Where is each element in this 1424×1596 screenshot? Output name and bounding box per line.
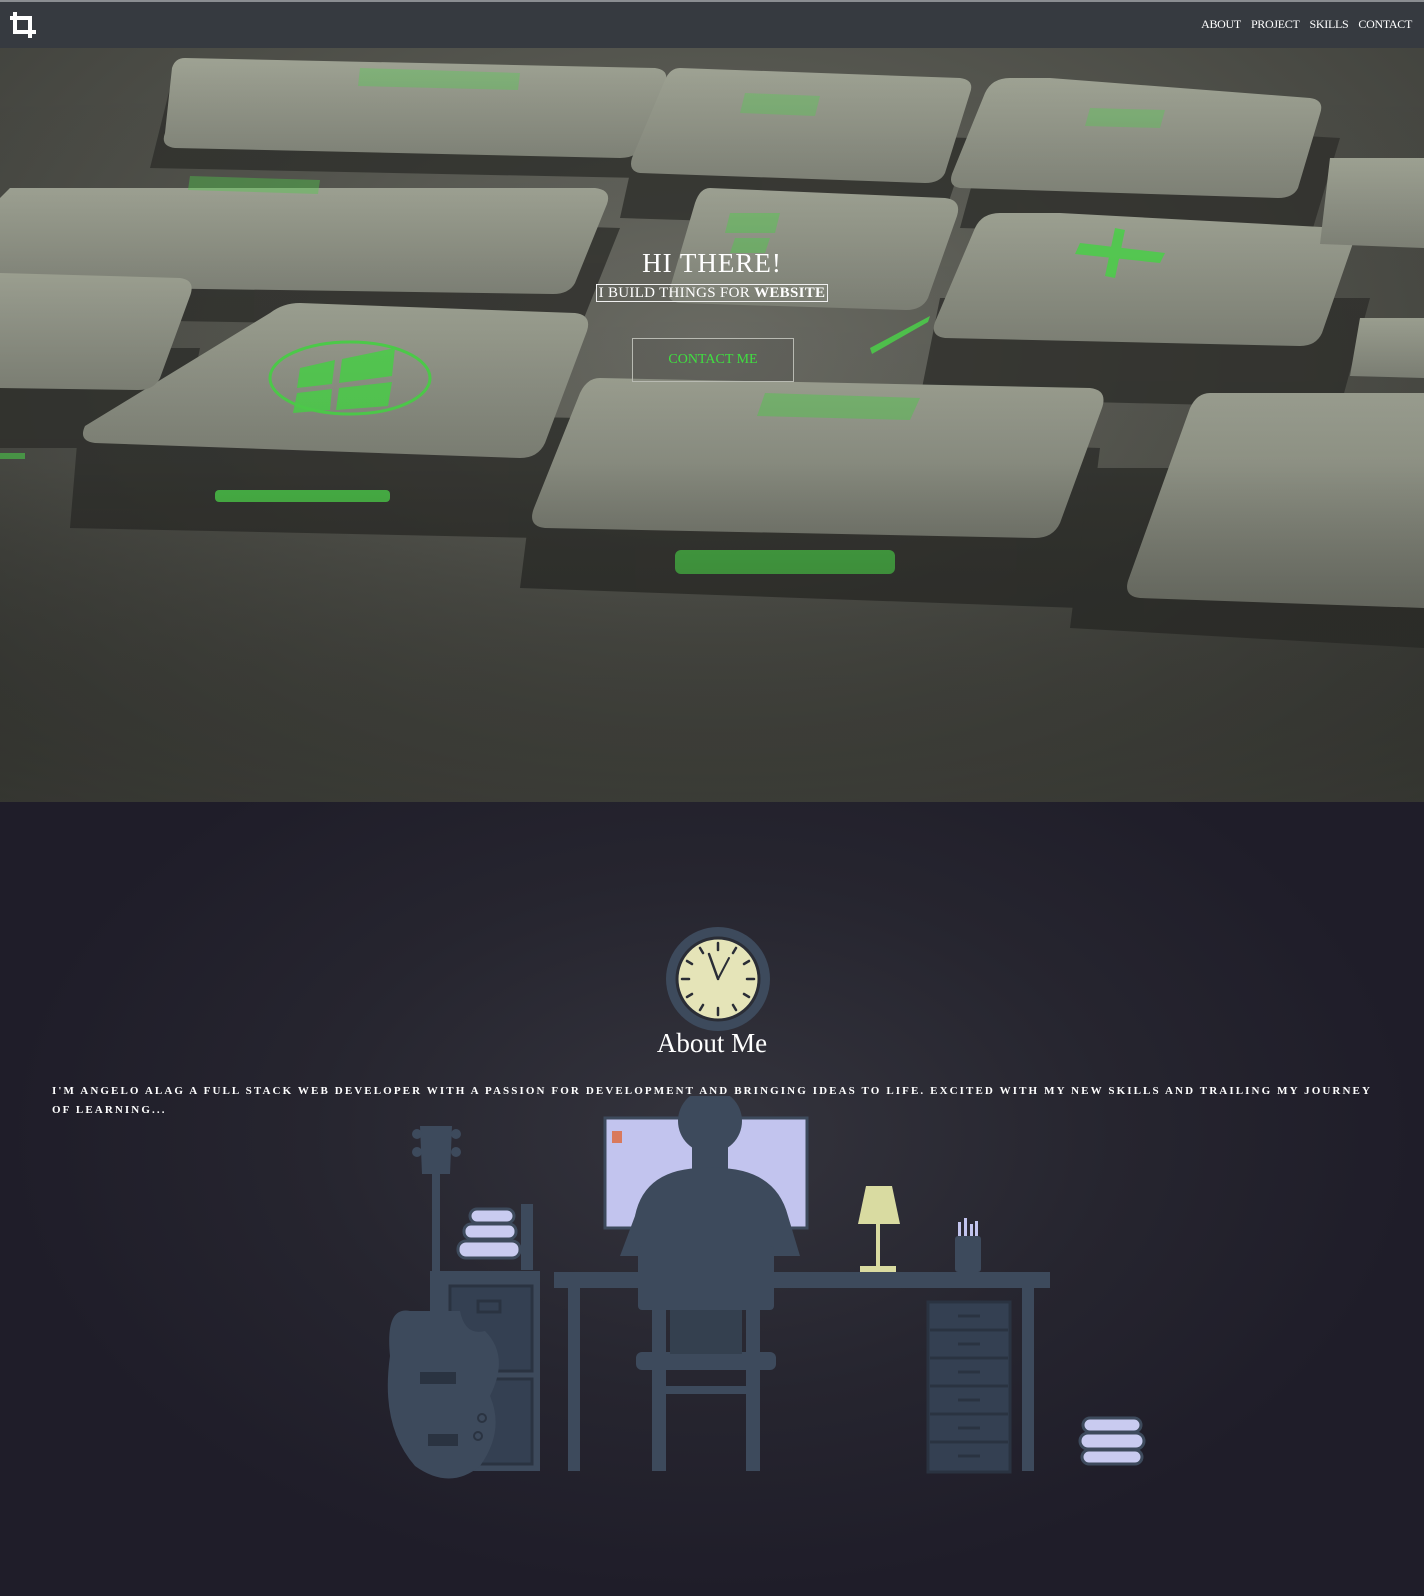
nav-link-project[interactable]: PROJECT [1251,17,1300,32]
crop-icon[interactable] [8,10,40,42]
hero-subtitle: I BUILD THINGS FOR WEBSITE [595,284,829,302]
hero-subtitle-wrap: I BUILD THINGS FOR WEBSITE [0,284,1424,302]
nav-link-contact[interactable]: CONTACT [1358,17,1412,32]
nav-link-skills[interactable]: SKILLS [1310,17,1349,32]
desk-workspace-illustration [387,1096,1146,1479]
nav-link-about[interactable]: ABOUT [1201,17,1241,32]
nav-links: ABOUT PROJECT SKILLS CONTACT [1201,17,1412,32]
hero-subtitle-prefix: I BUILD THINGS FOR [598,285,755,301]
hero-title: HI THERE! [642,248,782,278]
lamp-illustration [858,1186,900,1272]
contact-me-button[interactable]: CONTACT ME [632,338,794,382]
navbar: ABOUT PROJECT SKILLS CONTACT [0,0,1424,48]
about-title: About Me [656,1028,768,1058]
clock-icon [666,927,770,1031]
hero-section: HI THERE! I BUILD THINGS FOR WEBSITE CON… [0,48,1424,802]
hero-subtitle-bold: WEBSITE [754,285,826,301]
keyboard-background-image [0,48,1424,802]
about-section: About Me I'M ANGELO ALAG A FULL STACK WE… [0,802,1424,1596]
